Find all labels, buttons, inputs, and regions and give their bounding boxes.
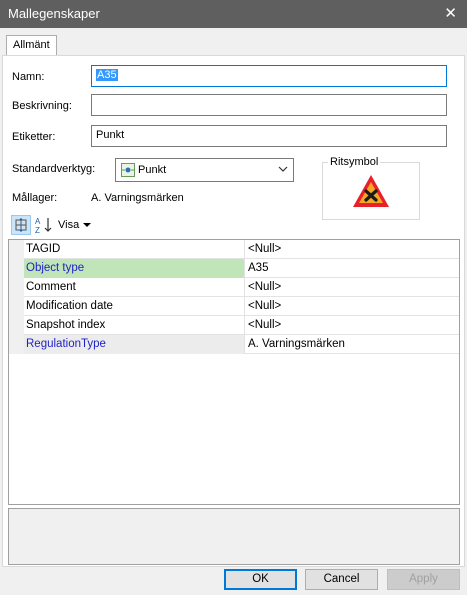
tab-general[interactable]: Allmänt bbox=[6, 35, 57, 56]
property-description-area bbox=[8, 508, 460, 565]
row-gutter bbox=[9, 316, 24, 335]
default-tool-select[interactable]: Punkt bbox=[115, 158, 294, 182]
default-tool-value: Punkt bbox=[138, 164, 167, 176]
property-name: Comment bbox=[26, 281, 76, 293]
property-row[interactable]: Comment <Null> bbox=[9, 278, 459, 297]
property-name: Snapshot index bbox=[26, 319, 106, 331]
description-field[interactable] bbox=[91, 94, 447, 116]
name-field[interactable]: A35 bbox=[91, 65, 447, 87]
target-layer-label: Mållager: bbox=[12, 192, 58, 204]
row-gutter bbox=[9, 297, 24, 316]
view-menu-label: Visa bbox=[58, 219, 80, 231]
name-label: Namn: bbox=[12, 71, 45, 83]
property-row[interactable]: Object type A35 bbox=[9, 259, 459, 278]
property-value[interactable]: <Null> bbox=[244, 240, 459, 259]
property-value[interactable]: <Null> bbox=[244, 297, 459, 316]
property-row[interactable]: Snapshot index <Null> bbox=[9, 316, 459, 335]
tags-field[interactable]: Punkt bbox=[91, 125, 447, 147]
row-gutter bbox=[9, 335, 24, 354]
property-value[interactable]: <Null> bbox=[244, 278, 459, 297]
target-layer-value: A. Varningsmärken bbox=[91, 192, 184, 204]
property-name: Modification date bbox=[26, 300, 113, 312]
property-name: TAGID bbox=[26, 243, 61, 255]
tags-label: Etiketter: bbox=[12, 131, 56, 143]
property-value[interactable]: <Null> bbox=[244, 316, 459, 335]
view-menu[interactable]: Visa bbox=[58, 219, 92, 231]
symbol-label: Ritsymbol bbox=[328, 156, 381, 168]
svg-text:A: A bbox=[35, 217, 41, 226]
property-value[interactable]: A35 bbox=[244, 259, 459, 278]
chevron-down-icon bbox=[277, 163, 289, 175]
property-row[interactable]: Modification date <Null> bbox=[9, 297, 459, 316]
caret-down-icon bbox=[83, 223, 92, 228]
property-value[interactable]: A. Varningsmärken bbox=[244, 335, 459, 354]
name-value: A35 bbox=[96, 69, 118, 81]
ok-button[interactable]: OK bbox=[224, 569, 297, 590]
apply-button[interactable]: Apply bbox=[387, 569, 460, 590]
sort-alphabetical-icon: A Z bbox=[35, 217, 52, 235]
svg-text:Z: Z bbox=[35, 226, 40, 235]
row-gutter bbox=[9, 240, 24, 259]
row-gutter bbox=[9, 259, 24, 278]
property-name: Object type bbox=[24, 259, 244, 278]
description-label: Beskrivning: bbox=[12, 100, 72, 112]
property-row[interactable]: TAGID <Null> bbox=[9, 240, 459, 259]
close-icon[interactable]: ✕ bbox=[444, 4, 457, 22]
point-tool-icon bbox=[121, 163, 135, 177]
property-row[interactable]: RegulationType A. Varningsmärken bbox=[9, 335, 459, 354]
window-title: Mallegenskaper bbox=[8, 6, 100, 21]
title-bar: Mallegenskaper ✕ bbox=[0, 0, 467, 28]
property-name: RegulationType bbox=[24, 335, 244, 354]
default-tool-label: Standardverktyg: bbox=[12, 163, 96, 175]
alphabetical-view-button[interactable]: A Z bbox=[34, 215, 54, 235]
categorized-view-button[interactable] bbox=[11, 215, 31, 235]
warning-sign-icon bbox=[351, 173, 391, 209]
categorized-view-icon bbox=[15, 218, 27, 232]
cancel-button[interactable]: Cancel bbox=[305, 569, 378, 590]
property-grid[interactable]: TAGID <Null> Object type A35 Comment <Nu… bbox=[8, 239, 460, 505]
row-gutter bbox=[9, 278, 24, 297]
